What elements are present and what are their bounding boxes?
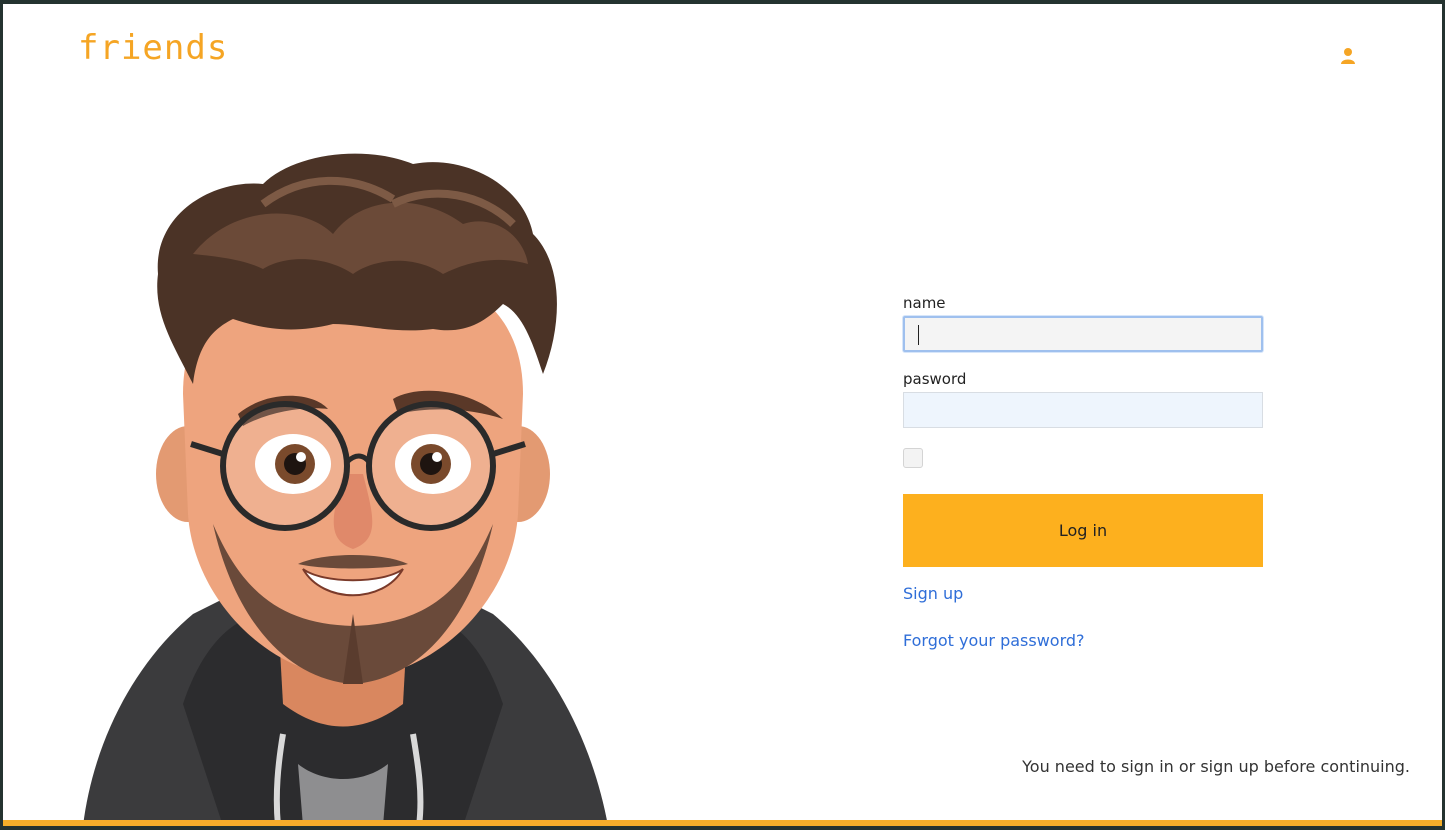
text-caret bbox=[918, 325, 919, 345]
name-label: name bbox=[903, 294, 946, 312]
signup-link[interactable]: Sign up bbox=[903, 584, 1265, 603]
page-frame: friends name pasword Log in Sign up Forg… bbox=[3, 4, 1442, 826]
password-label: pasword bbox=[903, 370, 967, 388]
brand-logo[interactable]: friends bbox=[78, 28, 228, 68]
forgot-password-link[interactable]: Forgot your password? bbox=[903, 631, 1265, 650]
remember-me-checkbox[interactable] bbox=[903, 448, 923, 468]
login-form: name pasword Log in Sign up Forgot your … bbox=[903, 294, 1265, 650]
avatar-illustration bbox=[83, 153, 608, 826]
password-input[interactable] bbox=[903, 392, 1263, 428]
name-input[interactable] bbox=[903, 316, 1263, 352]
bottom-accent-bar bbox=[3, 820, 1442, 826]
login-button[interactable]: Log in bbox=[903, 494, 1263, 567]
user-icon[interactable] bbox=[1338, 46, 1358, 66]
auth-notice: You need to sign in or sign up before co… bbox=[1022, 757, 1410, 776]
